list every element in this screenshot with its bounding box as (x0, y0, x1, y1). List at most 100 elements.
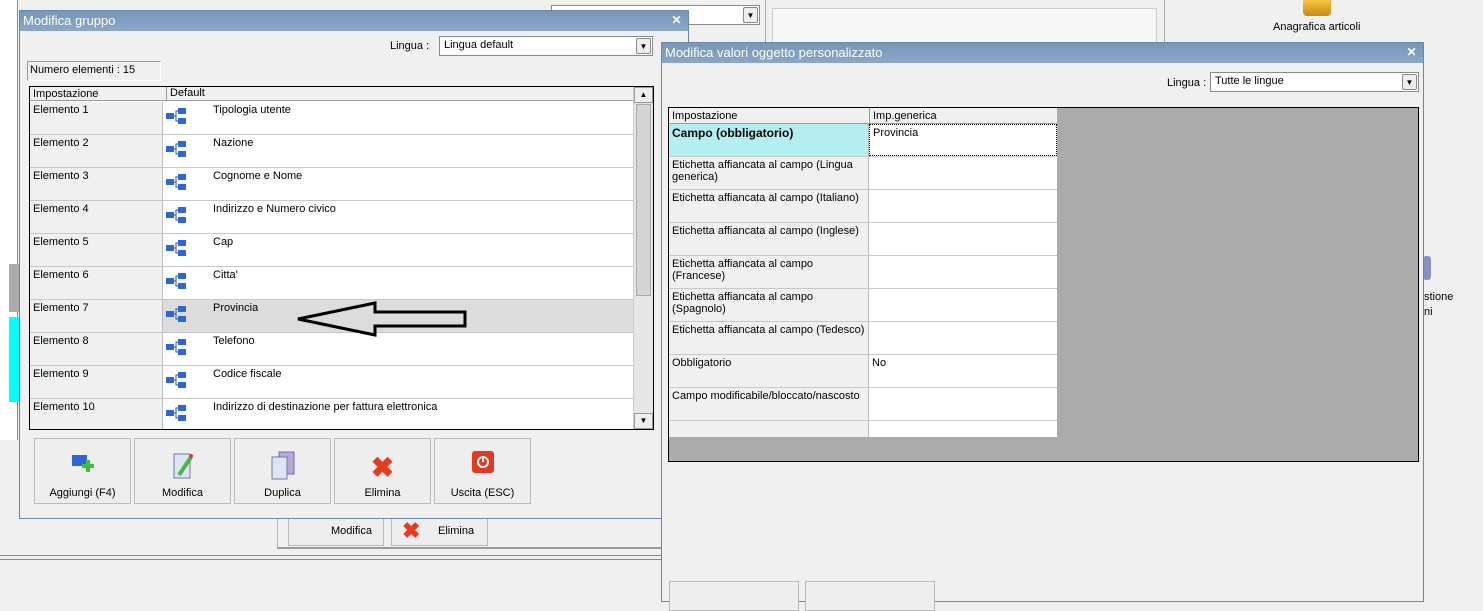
table-row[interactable]: Elemento 5 Cap (30, 234, 633, 267)
row-value: Codice fiscale (213, 368, 282, 380)
table-row[interactable]: Obbligatorio No (669, 355, 1057, 388)
bottom-button-1[interactable] (669, 581, 799, 611)
table-row[interactable]: Etichetta affiancata al campo (Tedesco) (669, 322, 1057, 355)
row-value[interactable]: No (869, 355, 1057, 387)
scroll-thumb[interactable] (636, 104, 651, 296)
column-header-default[interactable]: Default (166, 87, 205, 101)
row-name: Obbligatorio (669, 355, 869, 387)
row-value: Citta' (213, 269, 238, 281)
table-row[interactable] (669, 421, 1057, 437)
window-title: Modifica valori oggetto personalizzato (665, 45, 883, 60)
tree-node-icon (166, 240, 186, 256)
row-name: Etichetta affiancata al campo (Italiano) (669, 190, 869, 222)
row-value[interactable] (869, 157, 1057, 189)
table-row[interactable]: Elemento 4 Indirizzo e Numero civico (30, 201, 633, 234)
table-row[interactable]: Etichetta affiancata al campo (Italiano) (669, 190, 1057, 223)
table-row[interactable]: Campo (obbligatorio) Provincia (669, 124, 1057, 157)
row-value[interactable] (869, 190, 1057, 222)
lingua-select[interactable]: Lingua default ▼ (439, 36, 653, 56)
background-divider (0, 555, 661, 560)
table-row[interactable]: Elemento 9 Codice fiscale (30, 366, 633, 399)
table-row[interactable]: Elemento 2 Nazione (30, 135, 633, 168)
chevron-down-icon[interactable]: ▼ (1402, 74, 1417, 90)
delete-button[interactable]: ✖ Elimina (334, 438, 431, 504)
row-value[interactable] (869, 223, 1057, 255)
background-elimina-label: Elimina (438, 525, 475, 537)
exit-button[interactable]: Uscita (ESC) (434, 438, 531, 504)
close-icon[interactable]: ✕ (670, 14, 683, 27)
row-name: Elemento 2 (30, 135, 163, 167)
tree-node-icon (166, 339, 186, 355)
add-button[interactable]: Aggiungi (F4) (34, 438, 131, 504)
modifica-gruppo-window: Modifica gruppo ✕ Lingua : Lingua default… (19, 10, 689, 519)
table-row[interactable]: Etichetta affiancata al campo (Lingua ge… (669, 157, 1057, 190)
duplicate-icon (270, 451, 296, 484)
package-icon[interactable] (1303, 0, 1331, 16)
row-value: Indirizzo e Numero civico (213, 203, 336, 215)
table-row[interactable]: Elemento 3 Cognome e Nome (30, 168, 633, 201)
row-name: Etichetta affiancata al campo (Lingua ge… (669, 157, 869, 189)
row-name: Etichetta affiancata al campo (Spagnolo) (669, 289, 869, 321)
row-value: Cap (213, 236, 234, 248)
row-value: Nazione (213, 137, 254, 149)
table-row[interactable]: Etichetta affiancata al campo (Inglese) (669, 223, 1057, 256)
table-row[interactable]: Elemento 1 Tipologia utente (30, 102, 633, 135)
table-row[interactable]: Etichetta affiancata al campo (Francese) (669, 256, 1057, 289)
tree-node-icon (166, 141, 186, 157)
row-name: Elemento 3 (30, 168, 163, 200)
chevron-down-icon[interactable]: ▼ (636, 38, 651, 54)
table-row[interactable]: Campo modificabile/bloccato/nascosto (669, 388, 1057, 421)
values-grid-area: Impostazione Imp.generica Campo (obbliga… (668, 107, 1419, 462)
button-label: Aggiungi (F4) (49, 487, 116, 499)
row-name: Etichetta affiancata al campo (Tedesco) (669, 322, 869, 354)
row-value[interactable] (869, 322, 1057, 354)
row-value: Indirizzo di destinazione per fattura el… (213, 401, 438, 413)
row-value[interactable] (869, 289, 1057, 321)
edit-button[interactable]: Modifica (134, 438, 231, 504)
column-header-impostazione[interactable]: Impostazione (672, 110, 737, 122)
row-name: Campo modificabile/bloccato/nascosto (669, 388, 869, 420)
row-value[interactable] (869, 388, 1057, 420)
button-label: Duplica (264, 487, 301, 499)
tree-node-icon (166, 372, 186, 388)
background-modifica-label: Modifica (331, 525, 372, 537)
row-name: Elemento 5 (30, 234, 163, 266)
tree-node-icon (166, 108, 186, 124)
lingua-value: Tutte le lingue (1215, 75, 1284, 87)
button-label: Modifica (162, 487, 203, 499)
scroll-down-button[interactable]: ▼ (634, 413, 653, 429)
grid-header: Impostazione Default (30, 87, 633, 101)
row-name: Elemento 10 (30, 399, 163, 429)
background-elimina-button[interactable]: Elimina ✖ (391, 516, 488, 546)
window-title-bar[interactable]: Modifica gruppo ✕ (20, 11, 688, 31)
duplicate-button[interactable]: Duplica (234, 438, 331, 504)
background-modifica-button[interactable]: Modifica (288, 516, 384, 546)
background-text-2: ni (1424, 306, 1433, 318)
column-header-impostazione[interactable]: Impostazione (33, 88, 98, 100)
table-row[interactable]: Elemento 10 Indirizzo di destinazione pe… (30, 399, 633, 429)
close-icon[interactable]: ✕ (1405, 46, 1418, 59)
row-value: Cognome e Nome (213, 170, 303, 182)
table-row[interactable]: Etichetta affiancata al campo (Spagnolo) (669, 289, 1057, 322)
row-name (669, 421, 869, 437)
lingua-select[interactable]: Tutte le lingue ▼ (1210, 72, 1419, 92)
row-value[interactable] (869, 256, 1057, 288)
bottom-button-2[interactable] (805, 581, 935, 611)
row-name: Elemento 9 (30, 366, 163, 398)
element-count-box: Numero elementi : 15 (27, 61, 161, 81)
arrow-annotation (297, 301, 467, 337)
background-text-1: stione (1424, 291, 1454, 303)
row-value[interactable]: Provincia (869, 124, 1057, 156)
desktop-icon-label[interactable]: Anagrafica articoli (1273, 21, 1360, 33)
window-title-bar[interactable]: Modifica valori oggetto personalizzato ✕ (662, 43, 1423, 63)
vertical-scrollbar[interactable]: ▲ ▼ (633, 87, 653, 429)
scroll-up-button[interactable]: ▲ (634, 87, 653, 103)
background-white-strip (772, 8, 1157, 44)
tree-node-icon (166, 273, 186, 289)
row-name: Elemento 8 (30, 333, 163, 365)
background-gray-area (9, 264, 19, 312)
table-row[interactable]: Elemento 6 Citta' (30, 267, 633, 300)
row-name: Elemento 1 (30, 102, 163, 134)
table-row[interactable]: Elemento 8 Telefono (30, 333, 633, 366)
column-header-imp-generica[interactable]: Imp.generica (869, 108, 940, 124)
